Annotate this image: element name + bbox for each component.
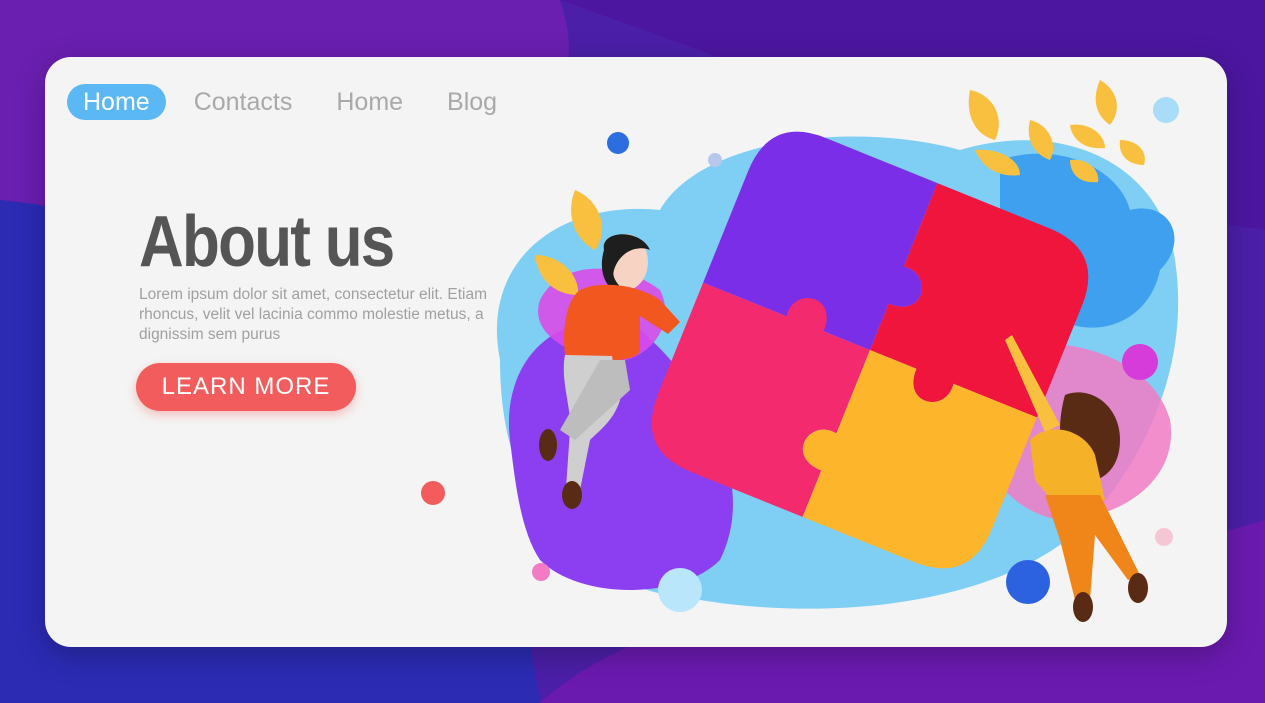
landing-card: Home Contacts Home Blog About us Lorem i…	[45, 57, 1227, 647]
puzzle-illustration	[421, 80, 1179, 622]
